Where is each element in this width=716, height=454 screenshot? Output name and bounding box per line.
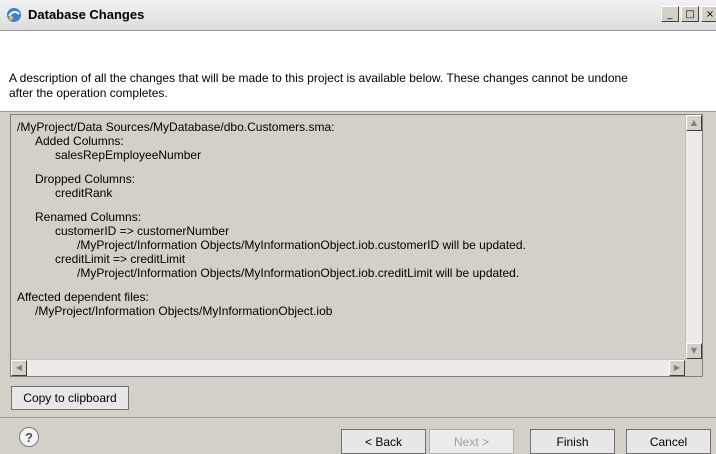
change-line: Affected dependent files:	[17, 290, 149, 304]
change-line: /MyProject/Information Objects/MyInforma…	[77, 238, 526, 252]
change-line: /MyProject/Information Objects/MyInforma…	[35, 304, 333, 318]
scroll-left-icon[interactable]: ◀	[11, 360, 27, 376]
minimize-icon[interactable]: _	[661, 6, 679, 22]
scroll-right-icon[interactable]: ▶	[669, 360, 685, 376]
changes-panel[interactable]: /MyProject/Data Sources/MyDatabase/dbo.C…	[10, 114, 703, 377]
vertical-scrollbar[interactable]: ▲ ▼	[685, 115, 702, 359]
window-title: Database Changes	[28, 7, 145, 22]
changes-list: /MyProject/Data Sources/MyDatabase/dbo.C…	[11, 115, 685, 359]
change-line: Added Columns:	[35, 134, 124, 148]
scroll-up-icon[interactable]: ▲	[686, 115, 702, 131]
change-line: customerID => customerNumber	[55, 224, 230, 238]
change-line: /MyProject/Data Sources/MyDatabase/dbo.C…	[17, 120, 335, 134]
horizontal-scrollbar[interactable]: ◀ ▶	[11, 359, 685, 376]
title-bar: Database Changes _ □ ×	[0, 0, 716, 31]
change-line: /MyProject/Information Objects/MyInforma…	[77, 266, 520, 280]
scroll-corner	[685, 359, 702, 376]
change-line: Dropped Columns:	[35, 172, 136, 186]
app-icon	[5, 6, 23, 24]
change-line: creditRank	[55, 186, 113, 200]
change-line: salesRepEmployeeNumber	[55, 148, 202, 162]
cancel-button[interactable]: Cancel	[626, 429, 711, 454]
next-button: Next >	[429, 429, 514, 454]
footer-separator	[0, 417, 716, 418]
copy-to-clipboard-button[interactable]: Copy to clipboard	[11, 386, 129, 410]
change-line: Renamed Columns:	[35, 210, 142, 224]
close-icon[interactable]: ×	[701, 6, 716, 22]
description-banner: A description of all the changes that wi…	[0, 31, 716, 112]
finish-button[interactable]: Finish	[530, 429, 615, 454]
maximize-icon[interactable]: □	[681, 6, 699, 22]
help-icon[interactable]: ?	[19, 427, 39, 447]
scroll-down-icon[interactable]: ▼	[686, 343, 702, 359]
window-controls: _ □ ×	[661, 6, 716, 22]
change-line: creditLimit => creditLimit	[55, 252, 186, 266]
back-button[interactable]: < Back	[341, 429, 426, 454]
description-text: A description of all the changes that wi…	[9, 71, 628, 100]
